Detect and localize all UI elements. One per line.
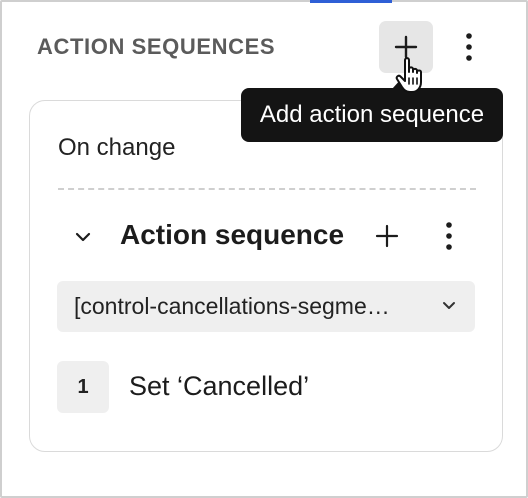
add-action-button[interactable] bbox=[370, 218, 404, 254]
collapse-sequence-button[interactable] bbox=[66, 220, 100, 254]
sequence-more-options-button[interactable] bbox=[432, 216, 466, 256]
plus-icon bbox=[375, 224, 399, 248]
dashed-divider bbox=[58, 188, 476, 190]
panel-more-options-button[interactable] bbox=[452, 27, 486, 67]
add-sequence-tooltip: Add action sequence bbox=[241, 88, 503, 142]
panel-title: ACTION SEQUENCES bbox=[37, 34, 276, 59]
chevron-down-icon bbox=[75, 232, 91, 242]
step-number-badge: 1 bbox=[57, 361, 109, 413]
vertical-ellipsis-icon bbox=[466, 33, 472, 61]
control-select-value: [control-cancellations-segme… bbox=[74, 293, 390, 319]
trigger-label: On change bbox=[58, 134, 176, 161]
step-label[interactable]: Set ‘Cancelled’ bbox=[129, 371, 309, 402]
vertical-ellipsis-icon bbox=[446, 222, 452, 250]
active-tab-indicator bbox=[310, 0, 392, 3]
hand-pointer-icon bbox=[395, 57, 422, 93]
chevron-down-icon bbox=[443, 302, 455, 309]
control-select[interactable]: [control-cancellations-segme… bbox=[57, 281, 475, 332]
sequence-title: Action sequence bbox=[120, 219, 345, 250]
